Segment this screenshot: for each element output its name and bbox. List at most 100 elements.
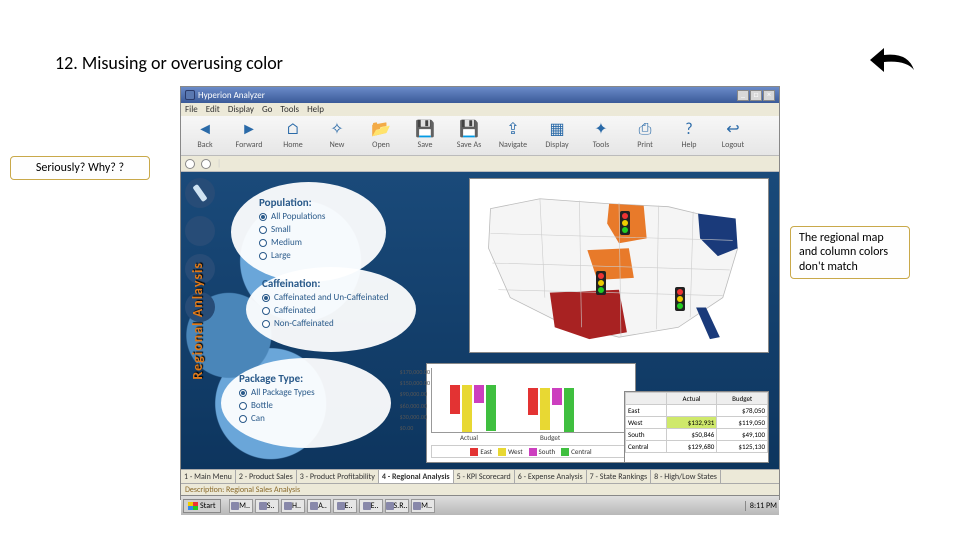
callout-map-colors: The regional map and column colors don't… (790, 226, 910, 279)
taskbar-item[interactable]: M.. (411, 499, 435, 513)
navigate-icon: ⇪ (502, 118, 524, 140)
sidebar-title: Regional Anlaysis (189, 262, 206, 380)
menu-edit[interactable]: Edit (206, 104, 220, 115)
start-button[interactable]: Start (183, 499, 221, 513)
home-icon: ⌂ (282, 118, 304, 140)
legend-item: East (470, 447, 492, 456)
radio-icon (239, 389, 247, 397)
toolbar-display[interactable]: ▦Display (537, 118, 577, 150)
toolbar-save[interactable]: 💾Save (405, 118, 445, 150)
toolbar-open[interactable]: 📂Open (361, 118, 401, 150)
print-icon: ⎙ (634, 118, 656, 140)
radio-option[interactable]: Non-Caffeinated (262, 318, 400, 329)
toolbar-print[interactable]: ⎙Print (625, 118, 665, 150)
sheet-tab[interactable]: 7 - State Rankings (587, 470, 651, 483)
traffic-light-icon (620, 211, 630, 235)
slide-title: 12. Misusing or overusing color (55, 52, 283, 74)
tool-icon[interactable] (185, 159, 195, 169)
app-icon (185, 90, 195, 100)
taskbar-item[interactable]: E.. (359, 499, 383, 513)
y-tick: $0.00 (400, 424, 430, 432)
taskbar-item[interactable]: A.. (307, 499, 331, 513)
legend-item: South (529, 447, 556, 456)
logout-icon: ↩ (722, 118, 744, 140)
toolbar-new[interactable]: ✧New (317, 118, 357, 150)
radio-option[interactable]: Small (259, 224, 358, 235)
windows-taskbar: Start M..S..H..A..E..E..S.R..M.. 8:11 PM (181, 495, 779, 515)
region-data-table[interactable]: ActualBudgetEast$78,050West$132,931$119,… (624, 391, 769, 463)
y-tick: $30,000.00 (400, 413, 430, 421)
taskbar-clock: 8:11 PM (745, 501, 777, 511)
panel-heading: Package Type: (239, 372, 373, 385)
menu-tools[interactable]: Tools (280, 104, 299, 115)
menu-display[interactable]: Display (228, 104, 254, 115)
toolbar-logout[interactable]: ↩Logout (713, 118, 753, 150)
taskbar-item[interactable]: H.. (281, 499, 305, 513)
sheet-tab[interactable]: 5 - KPI Scorecard (454, 470, 515, 483)
radio-icon (259, 213, 267, 221)
radio-option[interactable]: Bottle (239, 400, 373, 411)
legend-item: West (498, 447, 522, 456)
menu-file[interactable]: File (185, 104, 198, 115)
menu-help[interactable]: Help (307, 104, 324, 115)
sheet-tab[interactable]: 6 - Expense Analysis (515, 470, 587, 483)
toolbar-home[interactable]: ⌂Home (273, 118, 313, 150)
bar-cluster (450, 385, 496, 432)
dashboard-canvas: Regional Anlaysis Population:All Populat… (181, 172, 779, 469)
bar-south (474, 385, 484, 403)
radio-option[interactable]: Can (239, 413, 373, 424)
bottle-icon (185, 178, 215, 208)
taskbar-item[interactable]: E.. (333, 499, 357, 513)
minimize-button[interactable]: _ (737, 90, 749, 101)
table-row[interactable]: South$50,846$49,100 (626, 429, 768, 441)
window-title: Hyperion Analyzer (198, 90, 265, 101)
toolbar-save-as[interactable]: 💾Save As (449, 118, 489, 150)
return-arrow-icon[interactable] (868, 42, 916, 74)
new-icon: ✧ (326, 118, 348, 140)
sheet-tab[interactable]: 2 - Product Sales (236, 470, 297, 483)
y-tick: $170,000.00 (400, 368, 430, 376)
close-button[interactable]: × (763, 90, 775, 101)
radio-option[interactable]: Medium (259, 237, 358, 248)
menu-go[interactable]: Go (262, 104, 272, 115)
sheet-tab[interactable]: 8 - High/Low States (651, 470, 721, 483)
toolbar-help[interactable]: ?Help (669, 118, 709, 150)
taskbar-item[interactable]: S.R.. (385, 499, 409, 513)
caffeination-panel: Caffeination: Caffeinated and Un-Caffeina… (246, 267, 416, 352)
radio-option[interactable]: Caffeinated and Un-Caffeinated (262, 292, 400, 303)
legend-item: Central (561, 447, 591, 456)
radio-option[interactable]: All Package Types (239, 387, 373, 398)
tools-icon: ✦ (590, 118, 612, 140)
sub-toolbar: | (181, 156, 779, 172)
tool-icon[interactable] (201, 159, 211, 169)
radio-icon (262, 307, 270, 315)
table-row[interactable]: Central$129,680$125,130 (626, 441, 768, 453)
table-row[interactable]: West$132,931$119,050 (626, 417, 768, 429)
toolbar-tools[interactable]: ✦Tools (581, 118, 621, 150)
package-panel: Package Type: All Package Types Bottle Can (221, 358, 391, 448)
radio-icon (239, 402, 247, 410)
panel-heading: Caffeination: (262, 277, 400, 290)
table-row[interactable]: East$78,050 (626, 405, 768, 417)
table-header (626, 393, 667, 405)
toolbar-back[interactable]: ◄Back (185, 118, 225, 150)
table-header: Actual (666, 393, 717, 405)
bar-west (462, 385, 472, 432)
sheet-tab[interactable]: 3 - Product Profitability (297, 470, 379, 483)
radio-option[interactable]: All Populations (259, 211, 358, 222)
us-map[interactable] (469, 178, 769, 353)
y-tick: $60,000.00 (400, 402, 430, 410)
maximize-button[interactable]: □ (750, 90, 762, 101)
toolbar-forward[interactable]: ►Forward (229, 118, 269, 150)
taskbar-item[interactable]: S.. (255, 499, 279, 513)
toolbar-navigate[interactable]: ⇪Navigate (493, 118, 533, 150)
radio-option[interactable]: Caffeinated (262, 305, 400, 316)
taskbar-item[interactable]: M.. (229, 499, 253, 513)
titlebar[interactable]: Hyperion Analyzer _ □ × (181, 87, 779, 103)
radio-icon (259, 252, 267, 260)
sheet-tab[interactable]: 4 - Regional Analysis (379, 470, 454, 483)
sheet-tab[interactable]: 1 - Main Menu (181, 470, 236, 483)
radio-option[interactable]: Large (259, 250, 358, 261)
bar-chart[interactable]: $170,000.00$150,000.00$90,000.00$60,000.… (426, 363, 636, 463)
y-tick: $150,000.00 (400, 379, 430, 387)
